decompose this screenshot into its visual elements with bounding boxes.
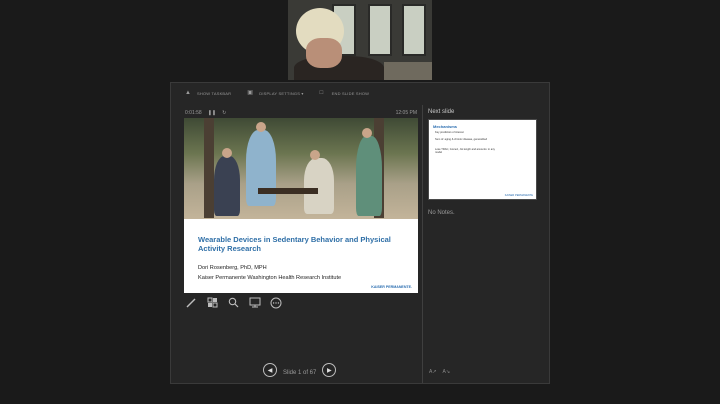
kaiser-logo: KAISER PERMANENTE. bbox=[371, 285, 412, 289]
person-head bbox=[222, 148, 232, 158]
pen-icon bbox=[186, 298, 196, 308]
person-figure bbox=[246, 130, 276, 206]
next-slide-label: Next slide bbox=[428, 109, 455, 115]
timer-row: 0:01:58 ❚❚ ↻ 12:05 PM bbox=[185, 109, 417, 117]
presenter-face bbox=[306, 38, 342, 68]
person-head bbox=[310, 150, 320, 160]
window-pane bbox=[402, 4, 426, 56]
current-slide[interactable]: Wearable Devices in Sedentary Behavior a… bbox=[184, 118, 418, 293]
magnifier-icon bbox=[228, 297, 239, 308]
next-slide-bullet: Lose TRAC, Gomez, Jot length and amounts… bbox=[435, 148, 495, 154]
decrease-font-icon[interactable]: A↘ bbox=[443, 369, 451, 375]
tree-trunk bbox=[204, 118, 214, 218]
person-figure bbox=[304, 158, 334, 214]
screen: ▲ SHOW TASKBAR ▣ DISPLAY SETTINGS ▾ □ EN… bbox=[0, 0, 720, 404]
slide-tools bbox=[185, 296, 282, 309]
black-screen-button[interactable] bbox=[248, 296, 261, 309]
slide-title: Wearable Devices in Sedentary Behavior a… bbox=[198, 235, 391, 253]
elapsed-timer: 0:01:58 bbox=[185, 110, 202, 116]
slide-author: Dori Rosenberg, PhD, MPH bbox=[198, 265, 267, 271]
desk bbox=[384, 62, 432, 80]
chevron-right-icon: ▶ bbox=[327, 367, 332, 374]
slide-organization: Kaiser Permanente Washington Health Rese… bbox=[198, 275, 342, 281]
notes-zoom-controls: A↗ A↘ bbox=[429, 369, 450, 375]
pane-divider[interactable] bbox=[422, 105, 423, 383]
more-options-button[interactable] bbox=[269, 296, 282, 309]
more-icon bbox=[270, 297, 281, 308]
pause-timer-icon[interactable]: ❚❚ bbox=[208, 110, 216, 116]
person-head bbox=[256, 122, 266, 132]
next-slide-bullet: Sum of: aging & chronic disease, general… bbox=[435, 138, 488, 141]
next-slide-button[interactable]: ▶ bbox=[322, 363, 337, 377]
pen-tool-button[interactable] bbox=[185, 296, 198, 309]
presenter-toolbar: ▲ SHOW TASKBAR ▣ DISPLAY SETTINGS ▾ □ EN… bbox=[171, 83, 549, 103]
chevron-left-icon: ◀ bbox=[267, 367, 273, 374]
zoom-button[interactable] bbox=[227, 296, 240, 309]
slide-photo bbox=[184, 118, 418, 219]
slide-counter-wrap: Slide 1 of 67 bbox=[283, 361, 316, 379]
person-figure bbox=[214, 156, 240, 216]
display-settings-button[interactable]: ▣ DISPLAY SETTINGS ▾ bbox=[247, 90, 303, 96]
show-taskbar-button[interactable]: ▲ SHOW TASKBAR bbox=[185, 90, 231, 96]
taskbar-icon: ▲ bbox=[185, 90, 192, 96]
slide-counter: Slide 1 of 67 bbox=[283, 370, 317, 376]
grid-icon bbox=[207, 297, 218, 308]
previous-slide-button[interactable]: ◀ bbox=[263, 363, 277, 377]
speaker-notes: No Notes. bbox=[428, 210, 455, 216]
increase-font-icon[interactable]: A↗ bbox=[429, 369, 437, 375]
next-slide-logo: KAISER PERMANENTE bbox=[504, 194, 533, 197]
end-slide-show-button[interactable]: □ END SLIDE SHOW bbox=[320, 90, 369, 96]
presenter-view-window: ▲ SHOW TASKBAR ▣ DISPLAY SETTINGS ▾ □ EN… bbox=[170, 82, 550, 384]
show-taskbar-label: SHOW TASKBAR bbox=[197, 90, 232, 96]
webcam-video bbox=[288, 0, 432, 80]
end-show-icon: □ bbox=[319, 90, 324, 96]
person-head bbox=[362, 128, 372, 138]
next-slide-title: Mechanisms bbox=[433, 124, 458, 129]
next-slide-preview[interactable]: Mechanisms Key predictors of interest Su… bbox=[428, 119, 537, 200]
person-figure bbox=[356, 136, 382, 216]
display-settings-label: DISPLAY SETTINGS ▾ bbox=[259, 90, 304, 96]
chess-table bbox=[258, 188, 318, 194]
end-slide-show-label: END SLIDE SHOW bbox=[331, 90, 370, 96]
display-settings-icon: ▣ bbox=[247, 90, 254, 96]
screen-icon bbox=[249, 297, 260, 308]
clock: 12:05 PM bbox=[395, 110, 417, 116]
window-pane bbox=[368, 4, 392, 56]
restart-timer-icon[interactable]: ↻ bbox=[222, 110, 226, 116]
next-slide-bullet: Key predictors of interest bbox=[435, 131, 464, 134]
see-all-slides-button[interactable] bbox=[206, 296, 219, 309]
slide-navigation: ◀ Slide 1 of 67 ▶ bbox=[263, 361, 337, 379]
